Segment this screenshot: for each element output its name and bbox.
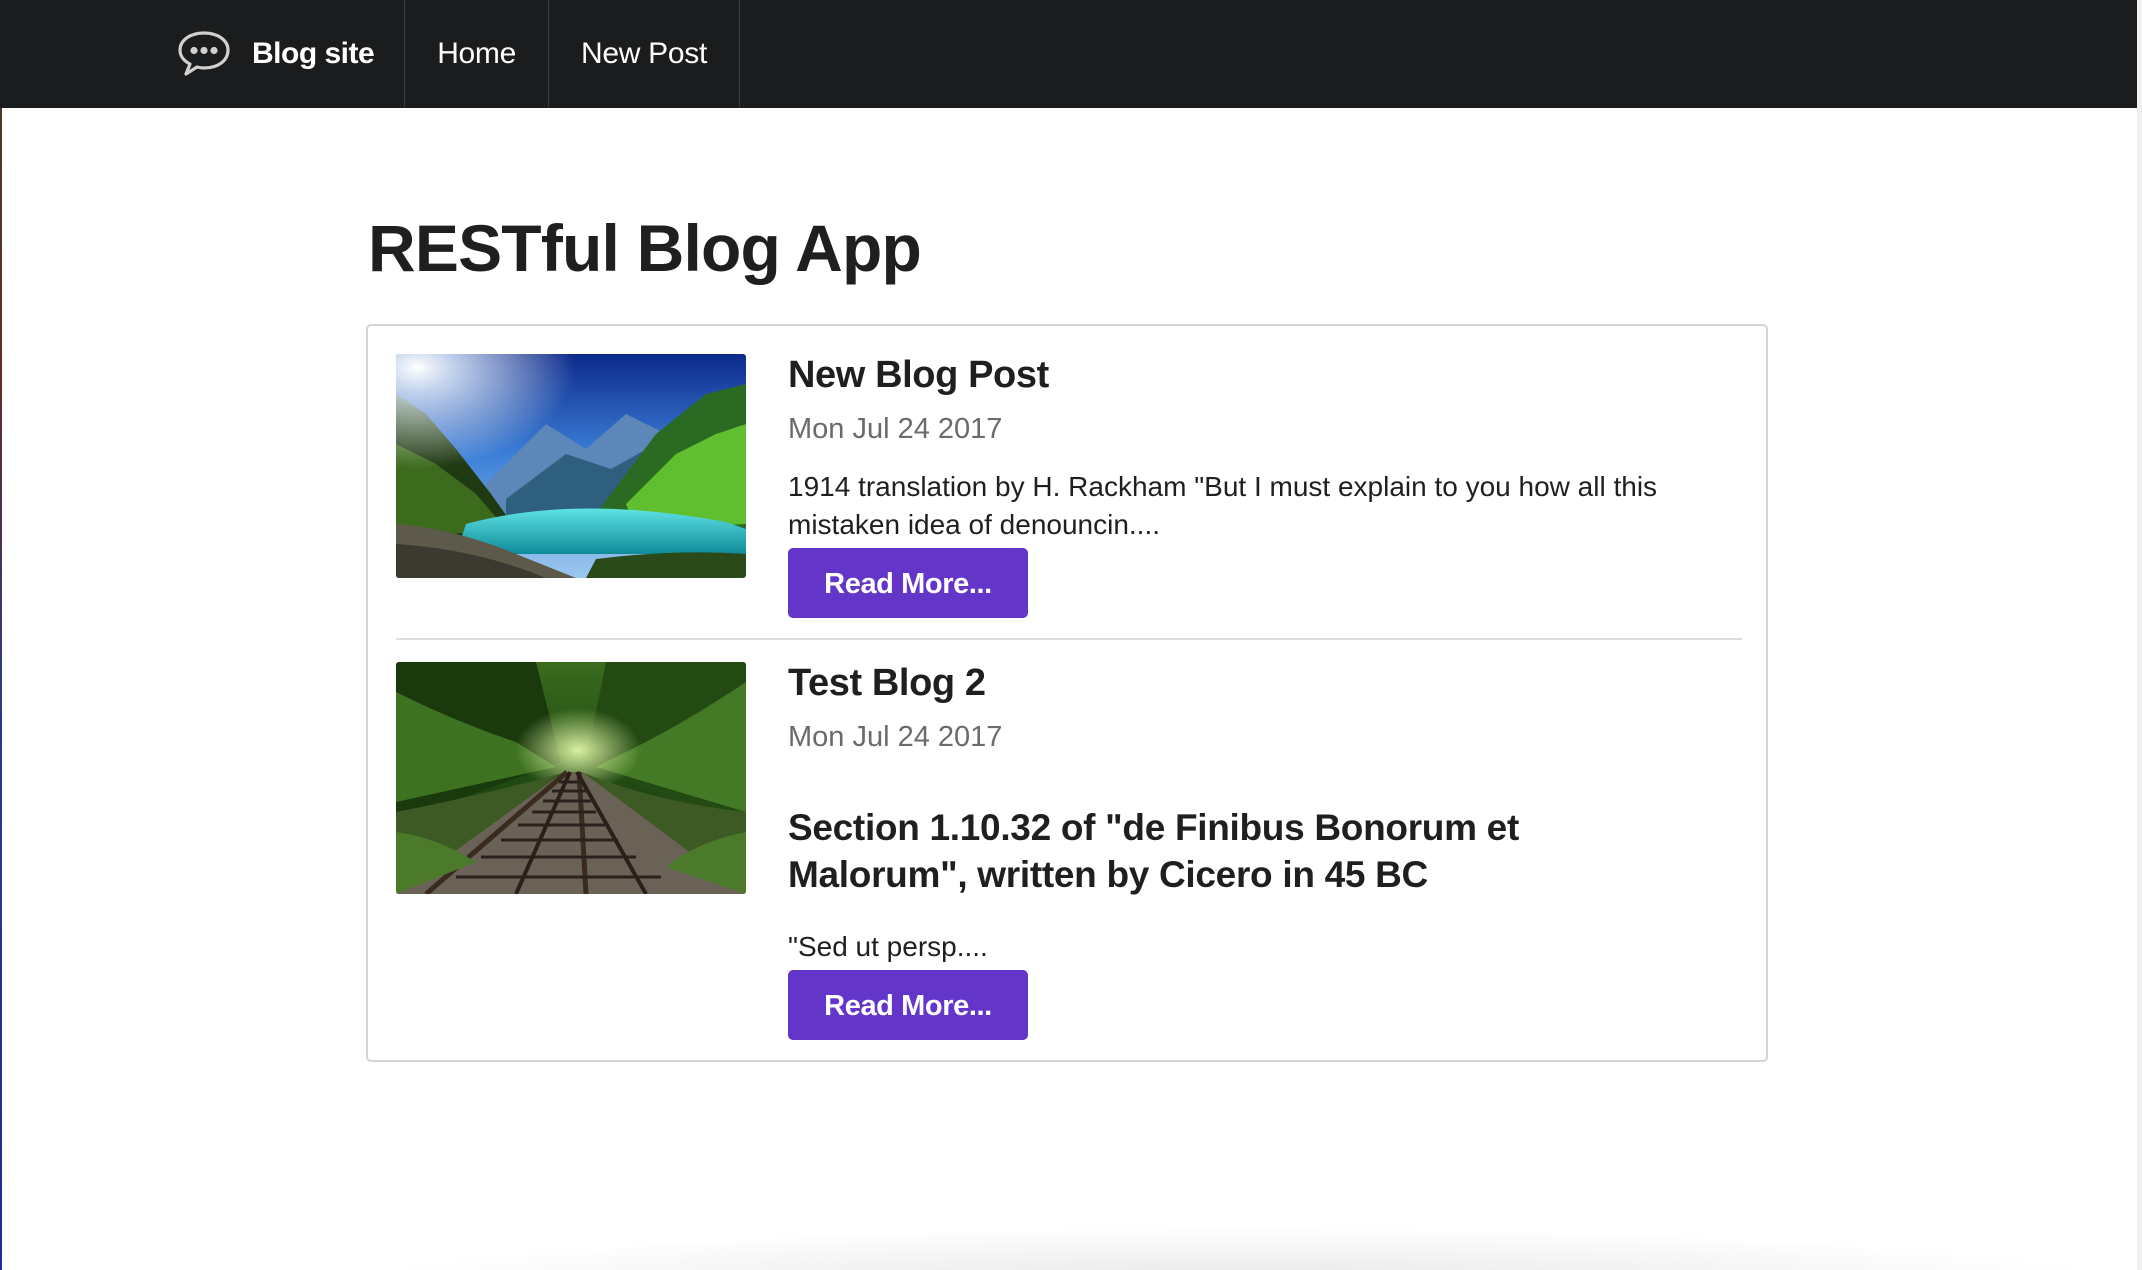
browser-viewport: Blog site Home New Post RESTful Blog App: [0, 0, 2142, 1270]
post-content: Test Blog 2 Mon Jul 24 2017 Section 1.10…: [788, 662, 1738, 1041]
post-date: Mon Jul 24 2017: [788, 720, 1003, 753]
post-item: Test Blog 2 Mon Jul 24 2017 Section 1.10…: [396, 662, 1742, 1042]
chat-bubble-icon: [176, 29, 232, 79]
post-date: Mon Jul 24 2017: [788, 412, 1003, 445]
window-edge: [2137, 0, 2142, 1270]
nav-new-post-link[interactable]: New Post: [549, 0, 740, 108]
post-excerpt: 1914 translation by H. Rackham "But I mu…: [788, 471, 1658, 541]
post-thumbnail[interactable]: [396, 354, 746, 578]
post-list: New Blog Post Mon Jul 24 2017 1914 trans…: [366, 324, 1768, 1062]
top-navbar: Blog site Home New Post: [0, 0, 2137, 108]
brand-link[interactable]: Blog site: [148, 0, 406, 108]
read-more-button[interactable]: Read More...: [788, 970, 1028, 1041]
page-bottom-shadow: [340, 1226, 2140, 1270]
post-item: New Blog Post Mon Jul 24 2017 1914 trans…: [396, 354, 1742, 640]
page-title: RESTful Blog App: [368, 211, 922, 285]
nav-home-link[interactable]: Home: [405, 0, 550, 108]
post-title[interactable]: Test Blog 2: [788, 662, 1738, 706]
brand-label: Blog site: [252, 37, 375, 70]
post-excerpt: "Sed ut persp....: [788, 931, 988, 963]
post-thumbnail[interactable]: [396, 662, 746, 894]
post-content: New Blog Post Mon Jul 24 2017 1914 trans…: [788, 354, 1738, 619]
window-edge: [0, 0, 2, 1270]
post-excerpt-heading: Section 1.10.32 of "de Finibus Bonorum e…: [788, 807, 1519, 896]
read-more-button[interactable]: Read More...: [788, 548, 1028, 619]
post-title[interactable]: New Blog Post: [788, 354, 1738, 398]
